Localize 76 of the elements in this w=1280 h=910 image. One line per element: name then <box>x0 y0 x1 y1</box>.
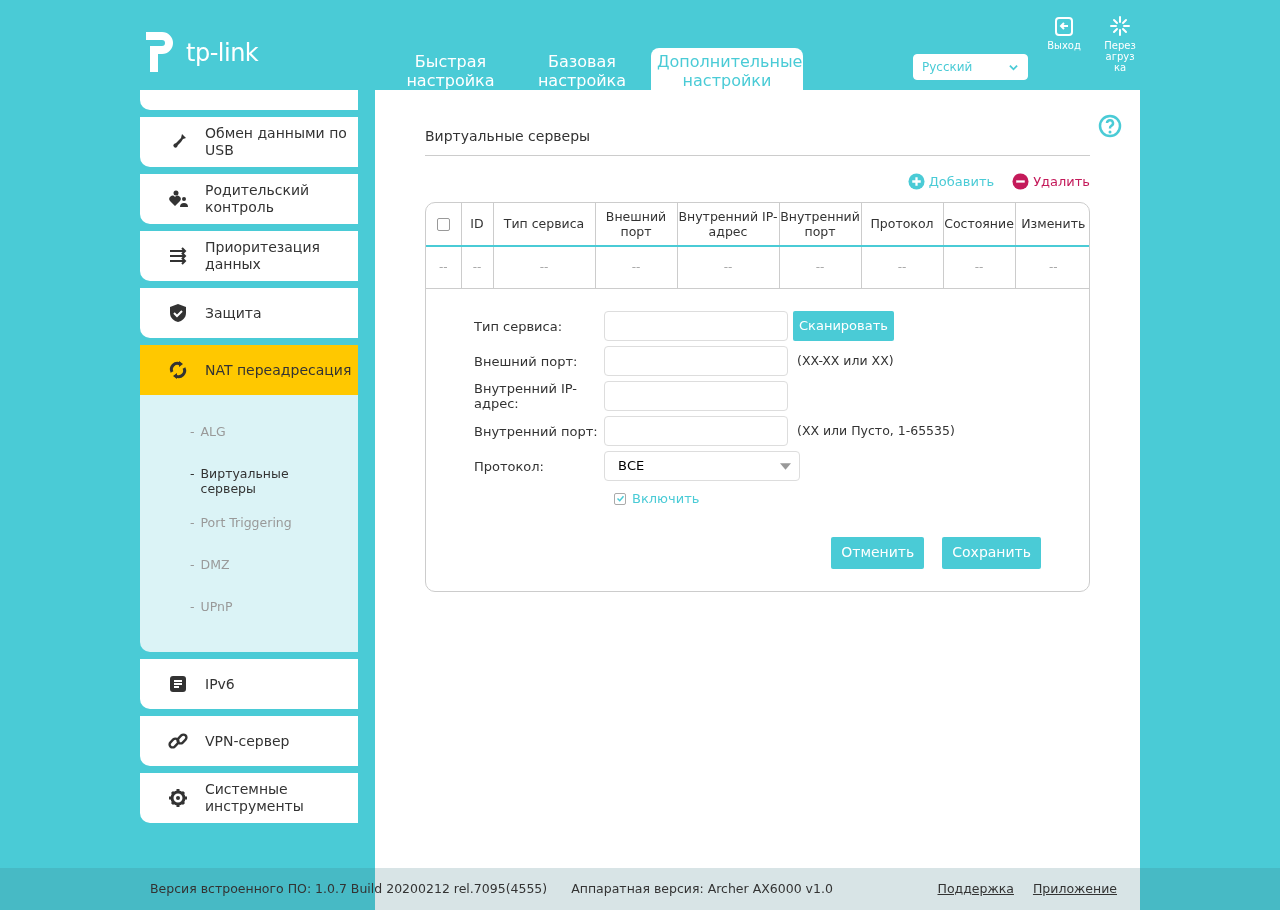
gear-icon <box>168 788 188 808</box>
table-cell: -- <box>493 245 595 289</box>
menu-item[interactable]: IPv6 <box>140 659 358 709</box>
hardware-version: Аппаратная версия: Archer AX6000 v1.0 <box>571 879 833 898</box>
submenu-item[interactable]: - Виртуальные серверы <box>190 453 358 502</box>
logout-button[interactable]: Выход <box>1043 16 1085 73</box>
menu-item[interactable]: NAT переадресация <box>140 345 358 395</box>
menu-item[interactable]: Защита <box>140 288 358 338</box>
table-cell: -- <box>677 245 779 289</box>
submenu-item[interactable]: - UPnP <box>190 586 358 628</box>
field-hint: (XX или Пусто, 1-65535) <box>797 421 955 440</box>
document-icon <box>168 674 188 694</box>
table-cell: -- <box>426 245 461 289</box>
field-label: Внешний порт: <box>474 353 579 369</box>
field-label: Тип сервиса: <box>474 318 564 334</box>
tab[interactable]: Быстрая настройка <box>388 48 513 90</box>
input-field[interactable] <box>604 311 788 341</box>
column-header: Изменить <box>1015 202 1089 246</box>
family-icon <box>168 189 188 209</box>
section-title: Виртуальные серверы <box>425 126 1090 156</box>
menu-item[interactable]: Обмен данными по USB <box>140 117 358 167</box>
table-cell: -- <box>595 245 677 289</box>
spinner-icon <box>1110 16 1130 36</box>
column-header: Внутренний IP-адрес <box>677 202 779 246</box>
input-field[interactable] <box>604 346 788 376</box>
input-field[interactable] <box>604 416 788 446</box>
help-icon <box>1098 114 1122 138</box>
checkmark-icon <box>615 494 625 504</box>
menu-item[interactable]: Системные инструменты <box>140 773 358 823</box>
menu-item[interactable]: VPN-сервер <box>140 716 358 766</box>
tab[interactable]: Дополнительные настройки <box>651 48 803 90</box>
add-button[interactable]: Добавить <box>907 172 995 192</box>
lines-arrows-icon <box>168 246 188 266</box>
menu-item[interactable] <box>140 90 358 110</box>
table-cell: -- <box>461 245 493 289</box>
input-field[interactable] <box>604 381 788 411</box>
circular-arrows-icon <box>168 360 188 380</box>
column-header: Внутренний порт <box>779 202 861 246</box>
column-header: ID <box>461 202 493 246</box>
submenu-item[interactable]: - ALG <box>190 411 358 453</box>
table-cell: -- <box>1015 245 1089 289</box>
tab[interactable]: Базовая настройка <box>523 48 641 90</box>
field-label: Внутренний порт: <box>474 423 599 439</box>
menu-item[interactable]: Приоритезация данных <box>140 231 358 281</box>
table-cell: -- <box>779 245 861 289</box>
link-icon <box>168 731 188 751</box>
footer-link[interactable]: Поддержка <box>937 879 1014 899</box>
field-label: Протокол: <box>474 458 545 474</box>
minus-icon <box>1012 173 1030 191</box>
shield-icon <box>168 303 188 323</box>
logout-icon <box>1054 16 1074 36</box>
scan-button[interactable]: Сканировать <box>793 311 894 341</box>
column-header: Внешний порт <box>595 202 677 246</box>
plus-icon <box>907 173 925 191</box>
chevron-down-icon <box>1008 62 1019 72</box>
column-header: Тип сервиса <box>493 202 595 246</box>
menu-item[interactable]: Родительский контроль <box>140 174 358 224</box>
checkbox[interactable] <box>436 218 450 231</box>
save-button[interactable]: Сохранить <box>942 536 1041 569</box>
field-hint: (XX-XX или XX) <box>797 351 894 370</box>
dropdown-arrow-icon <box>780 462 791 470</box>
field-label: Внутренний IP-адрес: <box>474 381 579 411</box>
submenu-item[interactable]: - Port Triggering <box>190 502 358 544</box>
reboot-button[interactable]: Перезагрузка <box>1099 16 1141 73</box>
logo-text: tp-link <box>186 38 259 69</box>
delete-button[interactable]: Удалить <box>1012 172 1090 192</box>
submenu-item[interactable]: - DMZ <box>190 544 358 586</box>
enable-checkbox[interactable]: Включить <box>614 489 700 509</box>
table-cell: -- <box>943 245 1015 289</box>
cancel-button[interactable]: Отменить <box>831 536 925 569</box>
table-cell: -- <box>861 245 943 289</box>
protocol-select[interactable]: ВСЕ <box>604 451 800 481</box>
column-header: Состояние <box>943 202 1015 246</box>
language-select[interactable]: Русский <box>913 54 1028 80</box>
column-header: Протокол <box>861 202 943 246</box>
footer-link[interactable]: Приложение <box>1032 879 1117 899</box>
